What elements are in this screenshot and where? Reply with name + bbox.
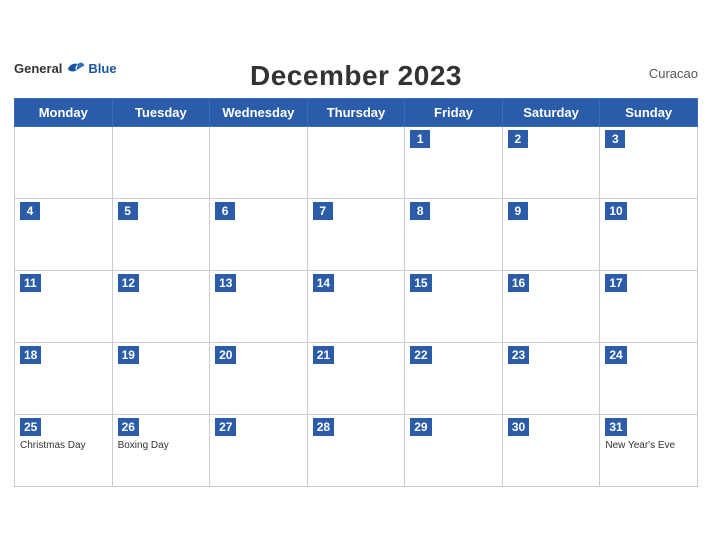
- holiday-name: New Year's Eve: [605, 439, 692, 452]
- title-area: December 2023: [250, 60, 462, 92]
- day-number: 11: [20, 274, 41, 293]
- logo-bird-icon: [66, 60, 86, 78]
- calendar-cell: 4: [15, 198, 113, 270]
- logo-blue-text: Blue: [88, 62, 116, 75]
- weekday-header-monday: Monday: [15, 98, 113, 126]
- day-number: 24: [605, 346, 626, 365]
- calendar-cell: 1: [405, 126, 503, 198]
- calendar-cell: 8: [405, 198, 503, 270]
- week-row-5: 25 Christmas Day 26 Boxing Day 27 28 29 30 31 New…: [15, 414, 698, 486]
- weekday-header-thursday: Thursday: [307, 98, 405, 126]
- weekday-header-wednesday: Wednesday: [210, 98, 308, 126]
- calendar-cell: 18: [15, 342, 113, 414]
- day-number: 23: [508, 346, 529, 365]
- holiday-name: Boxing Day: [118, 439, 205, 452]
- holiday-name: Christmas Day: [20, 439, 107, 452]
- weekday-header-saturday: Saturday: [502, 98, 600, 126]
- calendar-cell: [210, 126, 308, 198]
- day-number: 5: [118, 202, 138, 221]
- calendar-cell: 5: [112, 198, 210, 270]
- day-number: 31: [605, 418, 626, 437]
- calendar-cell: 28: [307, 414, 405, 486]
- day-number: 26: [118, 418, 139, 437]
- day-number: 4: [20, 202, 40, 221]
- calendar-cell: 20: [210, 342, 308, 414]
- day-number: 12: [118, 274, 139, 293]
- calendar-cell: 26 Boxing Day: [112, 414, 210, 486]
- calendar-cell: 24: [600, 342, 698, 414]
- week-row-1: 1 2 3: [15, 126, 698, 198]
- calendar-cell: [112, 126, 210, 198]
- calendar-cell: 30: [502, 414, 600, 486]
- calendar-cell: 19: [112, 342, 210, 414]
- day-number: 28: [313, 418, 334, 437]
- calendar-cell: [15, 126, 113, 198]
- day-number: 13: [215, 274, 236, 293]
- calendar-cell: 2: [502, 126, 600, 198]
- calendar-cell: 25 Christmas Day: [15, 414, 113, 486]
- day-number: 16: [508, 274, 529, 293]
- calendar-cell: 9: [502, 198, 600, 270]
- day-number: 9: [508, 202, 528, 221]
- calendar-cell: 16: [502, 270, 600, 342]
- country-label: Curacao: [649, 66, 698, 81]
- day-number: 27: [215, 418, 236, 437]
- weekday-header-sunday: Sunday: [600, 98, 698, 126]
- day-number: 14: [313, 274, 334, 293]
- calendar-cell: 6: [210, 198, 308, 270]
- weekday-header-tuesday: Tuesday: [112, 98, 210, 126]
- day-number: 8: [410, 202, 430, 221]
- calendar-table: MondayTuesdayWednesdayThursdayFridaySatu…: [14, 98, 698, 487]
- day-number: 21: [313, 346, 334, 365]
- day-number: 25: [20, 418, 41, 437]
- day-number: 19: [118, 346, 139, 365]
- logo-area: General Blue: [14, 60, 117, 78]
- day-number: 22: [410, 346, 431, 365]
- calendar-title: December 2023: [250, 60, 462, 92]
- weekday-header-row: MondayTuesdayWednesdayThursdayFridaySatu…: [15, 98, 698, 126]
- day-number: 1: [410, 130, 430, 149]
- day-number: 6: [215, 202, 235, 221]
- calendar-cell: 31 New Year's Eve: [600, 414, 698, 486]
- day-number: 17: [605, 274, 626, 293]
- calendar-cell: 22: [405, 342, 503, 414]
- day-number: 30: [508, 418, 529, 437]
- calendar-cell: 27: [210, 414, 308, 486]
- calendar-header: General Blue December 2023 Curacao: [14, 60, 698, 92]
- calendar-cell: [307, 126, 405, 198]
- week-row-4: 18 19 20 21 22 23 24: [15, 342, 698, 414]
- day-number: 10: [605, 202, 626, 221]
- week-row-3: 11 12 13 14 15 16 17: [15, 270, 698, 342]
- calendar-cell: 14: [307, 270, 405, 342]
- calendar-cell: 11: [15, 270, 113, 342]
- logo-general-text: General: [14, 62, 62, 75]
- day-number: 15: [410, 274, 431, 293]
- calendar-cell: 21: [307, 342, 405, 414]
- calendar-wrapper: General Blue December 2023 Curacao Monda…: [0, 50, 712, 501]
- day-number: 3: [605, 130, 625, 149]
- calendar-cell: 3: [600, 126, 698, 198]
- calendar-cell: 7: [307, 198, 405, 270]
- logo-text: General Blue: [14, 60, 117, 78]
- day-number: 20: [215, 346, 236, 365]
- calendar-cell: 12: [112, 270, 210, 342]
- day-number: 2: [508, 130, 528, 149]
- calendar-cell: 29: [405, 414, 503, 486]
- calendar-cell: 13: [210, 270, 308, 342]
- calendar-cell: 23: [502, 342, 600, 414]
- week-row-2: 4 5 6 7 8 9 10: [15, 198, 698, 270]
- day-number: 7: [313, 202, 333, 221]
- calendar-cell: 15: [405, 270, 503, 342]
- calendar-cell: 17: [600, 270, 698, 342]
- day-number: 29: [410, 418, 431, 437]
- day-number: 18: [20, 346, 41, 365]
- weekday-header-friday: Friday: [405, 98, 503, 126]
- calendar-cell: 10: [600, 198, 698, 270]
